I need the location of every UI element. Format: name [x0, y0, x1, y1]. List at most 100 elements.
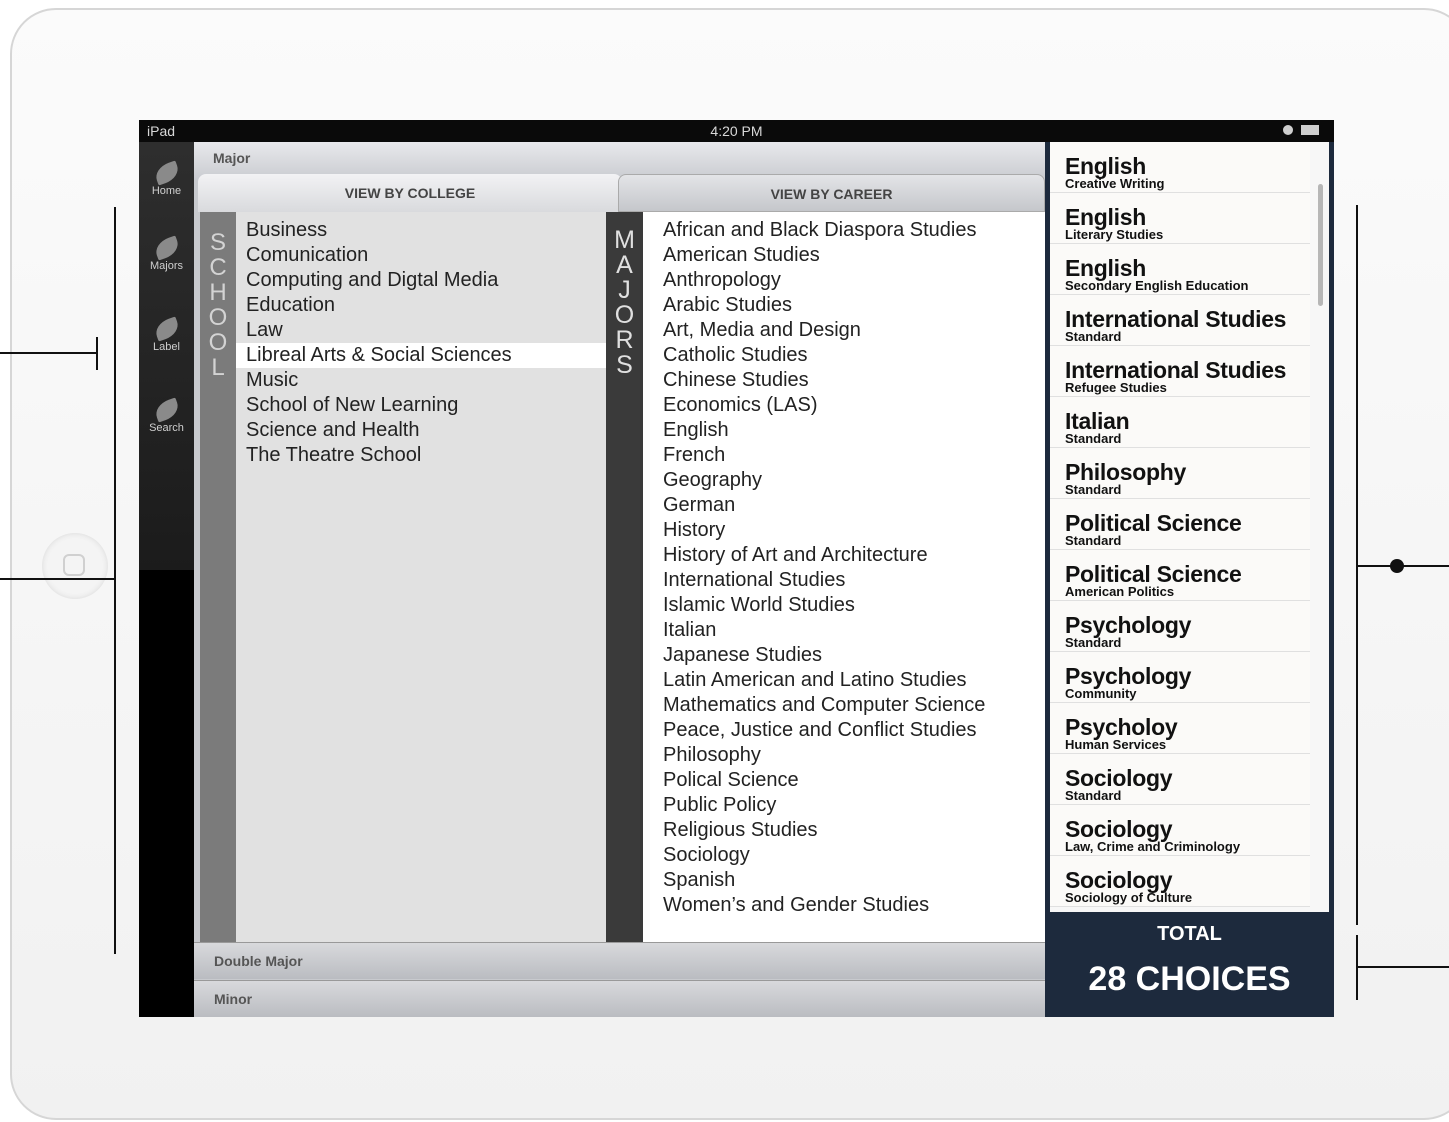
choice-subtitle: Literary Studies	[1065, 227, 1164, 242]
list-item[interactable]: International Studies	[663, 568, 845, 593]
choice-item[interactable]: Political Science Standard	[1050, 499, 1310, 550]
list-item[interactable]: Italian	[663, 618, 716, 643]
choice-subtitle: Secondary English Education	[1065, 278, 1249, 293]
list-item[interactable]: Mathematics and Computer Science	[663, 693, 985, 718]
list-item[interactable]: Japanese Studies	[663, 643, 822, 668]
list-item[interactable]: School of New Learning	[246, 393, 458, 418]
choices-scrollbar[interactable]	[1318, 184, 1323, 306]
list-item[interactable]: Computing and Digtal Media	[246, 268, 498, 293]
list-item[interactable]: Philosophy	[663, 743, 761, 768]
status-time: 4:20 PM	[710, 123, 763, 139]
sidebar: Home Majors Label Search	[139, 142, 194, 570]
sidebar-item-search[interactable]: Search	[139, 397, 194, 434]
list-item[interactable]: Sociology	[663, 843, 750, 868]
school-letter: C	[209, 254, 227, 281]
choice-item[interactable]: Political Science American Politics	[1050, 550, 1310, 601]
tab-view-by-career[interactable]: VIEW BY CAREER	[618, 174, 1045, 212]
list-item[interactable]: Spanish	[663, 868, 735, 893]
list-item[interactable]: Education	[246, 293, 335, 318]
list-item-selected[interactable]: Libreal Arts & Social Sciences	[236, 343, 606, 368]
list-item[interactable]: Public Policy	[663, 793, 776, 818]
list-item[interactable]: Economics (LAS)	[663, 393, 818, 418]
leaf-icon	[152, 160, 181, 186]
majors-letter: M	[614, 226, 635, 254]
list-item[interactable]: Latin American and Latino Studies	[663, 668, 967, 693]
choice-subtitle: Standard	[1065, 329, 1122, 344]
majors-list: African and Black Diaspora Studies Ameri…	[643, 212, 1045, 942]
section-title: Major	[213, 150, 251, 166]
school-letter: L	[211, 354, 225, 381]
list-item[interactable]: The Theatre School	[246, 443, 421, 468]
choice-item[interactable]: Sociology Sociology of Culture	[1050, 856, 1310, 907]
sidebar-item-majors[interactable]: Majors	[139, 235, 194, 272]
choice-subtitle: Human Services	[1065, 737, 1167, 752]
choice-item[interactable]: English Literary Studies	[1050, 193, 1310, 244]
school-letter: O	[208, 329, 228, 356]
tab-view-by-college[interactable]: VIEW BY COLLEGE	[198, 174, 622, 212]
section-label: Minor	[214, 991, 253, 1007]
choice-item[interactable]: Philosophy Standard	[1050, 448, 1310, 499]
choice-item[interactable]: International Studies Standard	[1050, 295, 1310, 346]
choice-item[interactable]: Sociology Standard	[1050, 754, 1310, 805]
list-item[interactable]: Music	[246, 368, 298, 393]
majors-letter: J	[618, 276, 631, 304]
sidebar-item-label[interactable]: Label	[139, 316, 194, 353]
list-item[interactable]: Geography	[663, 468, 762, 493]
choice-subtitle: Standard	[1065, 788, 1122, 803]
list-item[interactable]: American Studies	[663, 243, 820, 268]
choice-item[interactable]: Psycholoy Human Services	[1050, 703, 1310, 754]
choice-item[interactable]: Sociology Law, Crime and Criminology	[1050, 805, 1310, 856]
battery-icon	[1301, 125, 1319, 135]
list-item[interactable]: Business	[246, 218, 327, 243]
choice-item[interactable]: International Studies Refugee Studies	[1050, 346, 1310, 397]
list-item[interactable]: Religious Studies	[663, 818, 818, 843]
list-item[interactable]: Women’s and Gender Studies	[663, 893, 929, 918]
home-button[interactable]	[42, 533, 108, 599]
list-item[interactable]: Catholic Studies	[663, 343, 808, 368]
list-item[interactable]: African and Black Diaspora Studies	[663, 218, 977, 243]
choice-subtitle: Standard	[1065, 431, 1122, 446]
sidebar-item-label: Majors	[149, 260, 183, 272]
choice-subtitle: Law, Crime and Criminology	[1065, 839, 1241, 854]
choices-panel: English Creative Writing English Literary …	[1045, 142, 1334, 1017]
list-item[interactable]: History	[663, 518, 725, 543]
list-item[interactable]: Science and Health	[246, 418, 419, 443]
ipad-screen: iPad 4:20 PM Home Majors Label Search Ma…	[139, 120, 1334, 1017]
list-item[interactable]: German	[663, 493, 735, 518]
annotation-line	[96, 337, 98, 370]
rotation-lock-icon	[1283, 125, 1293, 135]
leaf-icon	[152, 235, 181, 261]
list-item[interactable]: Law	[246, 318, 283, 343]
choices-list: English Creative Writing English Literary …	[1050, 142, 1329, 912]
majors-letter: R	[615, 326, 634, 354]
choice-item[interactable]: English Creative Writing	[1050, 142, 1310, 193]
list-item[interactable]: Comunication	[246, 243, 368, 268]
list-item[interactable]: Anthropology	[663, 268, 781, 293]
choice-subtitle: Standard	[1065, 482, 1122, 497]
choice-item[interactable]: English Secondary English Education	[1050, 244, 1310, 295]
choice-item[interactable]: Italian Standard	[1050, 397, 1310, 448]
list-item[interactable]: Islamic World Studies	[663, 593, 855, 618]
majors-letter: A	[616, 251, 633, 279]
leaf-icon	[152, 316, 181, 342]
list-item[interactable]: Arabic Studies	[663, 293, 792, 318]
list-item[interactable]: Art, Media and Design	[663, 318, 861, 343]
list-item[interactable]: French	[663, 443, 725, 468]
choice-item[interactable]: Psychology Community	[1050, 652, 1310, 703]
list-item[interactable]: English	[663, 418, 729, 443]
list-item[interactable]: Chinese Studies	[663, 368, 809, 393]
list-item[interactable]: Peace, Justice and Conflict Studies	[663, 718, 977, 743]
majors-letter: O	[614, 301, 635, 329]
choice-subtitle: Standard	[1065, 533, 1122, 548]
leaf-icon	[152, 397, 181, 423]
choice-item[interactable]: Psychology Standard	[1050, 601, 1310, 652]
minor-section[interactable]: Minor	[194, 980, 1045, 1017]
sidebar-item-label: Label	[153, 341, 180, 353]
list-item[interactable]: Polical Science	[663, 768, 799, 793]
sidebar-item-label: Search	[149, 422, 184, 434]
annotation-line	[0, 352, 97, 354]
double-major-section[interactable]: Double Major	[194, 942, 1045, 979]
sidebar-item-home[interactable]: Home	[139, 160, 194, 197]
list-item[interactable]: History of Art and Architecture	[663, 543, 928, 568]
school-letter: S	[209, 229, 226, 256]
